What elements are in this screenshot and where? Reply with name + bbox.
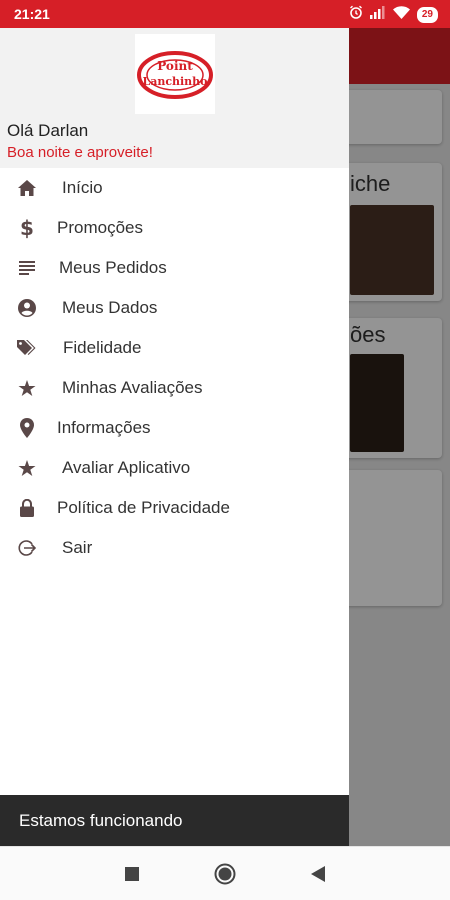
menu-item-avaliar-aplicativo[interactable]: Avaliar Aplicativo [0,448,349,488]
menu-item-label: Início [62,178,103,197]
svg-text:Lanchinho: Lanchinho [142,75,207,88]
star-icon [16,377,38,399]
signal-icon [369,5,386,24]
wifi-icon [392,5,410,24]
battery-icon: 29 [416,6,438,23]
recent-apps-button[interactable] [120,862,144,886]
drawer-header: Point Lanchinho Olá Darlan Boa noite e a… [0,28,349,168]
home-button[interactable] [213,862,237,886]
user-greeting: Olá Darlan [7,121,89,140]
logout-icon [16,537,38,559]
menu-item-label: Minhas Avaliações [62,378,203,397]
menu-item-fidelidade[interactable]: Fidelidade [0,328,349,368]
status-bar: 21:21 29 [0,0,450,28]
menu-item-meus-pedidos[interactable]: Meus Pedidos [0,248,349,288]
lock-icon [16,497,38,519]
menu-item-label: Política de Privacidade [57,498,230,517]
menu-item-politica-privacidade[interactable]: Política de Privacidade [0,488,349,528]
list-icon [16,257,38,279]
menu-item-promocoes[interactable]: $ Promoções [0,208,349,248]
footer-status-text: Estamos funcionando [19,811,183,830]
home-icon [16,177,38,199]
tag-icon [16,337,38,359]
menu-item-label: Promoções [57,218,143,237]
menu-item-label: Fidelidade [63,338,142,357]
menu-item-inicio[interactable]: Início [0,168,349,208]
svg-text:$: $ [20,217,34,239]
navigation-drawer: Point Lanchinho Olá Darlan Boa noite e a… [0,28,349,846]
menu-item-label: Informações [57,418,151,437]
menu-item-label: Avaliar Aplicativo [62,458,191,477]
account-icon [16,297,38,319]
drawer-menu: Início $ Promoções Meus Pedidos Meus Dad… [0,168,349,568]
greeting-subtitle: Boa noite e aproveite! [7,144,153,161]
star-icon [16,457,38,479]
status-time: 21:21 [14,6,50,22]
alarm-icon [349,5,363,24]
dollar-icon: $ [16,217,38,239]
menu-item-label: Meus Pedidos [59,258,167,277]
location-pin-icon [16,417,38,439]
brand-logo: Point Lanchinho [135,34,215,114]
menu-item-label: Meus Dados [62,298,158,317]
menu-item-sair[interactable]: Sair [0,528,349,568]
menu-item-meus-dados[interactable]: Meus Dados [0,288,349,328]
back-button[interactable] [306,862,330,886]
menu-item-informacoes[interactable]: Informações [0,408,349,448]
menu-item-minhas-avaliacoes[interactable]: Minhas Avaliações [0,368,349,408]
status-footer: Estamos funcionando [0,795,349,846]
status-icons: 29 [349,5,438,24]
svg-text:Point: Point [157,59,193,73]
menu-item-label: Sair [62,538,93,557]
system-nav-bar [0,846,450,900]
